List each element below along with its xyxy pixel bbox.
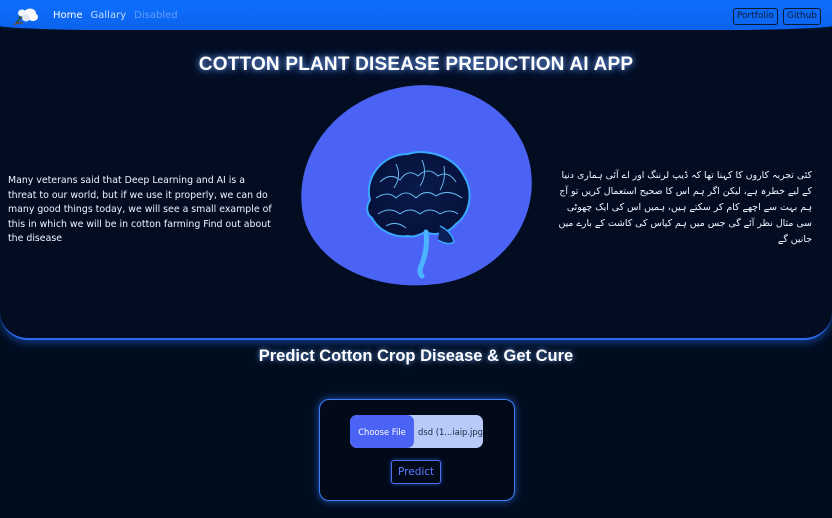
predict-section-title: Predict Cotton Crop Disease & Get Cure [258,347,574,365]
nav-link-gallary[interactable]: Gallary [91,10,127,21]
page: Home Gallary Disabled Portfolio Github C… [0,0,832,518]
upload-card: Choose File dsd (1...iaip.jpg Predict [319,399,515,501]
cotton-plant-logo-icon[interactable] [10,5,40,27]
navbar: Home Gallary Disabled Portfolio Github [0,0,832,32]
hero-text-english: Many veterans said that Deep Learning an… [8,175,272,244]
github-button[interactable]: Github [782,8,821,25]
hero-text-urdu: کئی تجربہ کاروں کا کہنا تھا کہ ڈیپ لرننگ… [558,170,812,245]
selected-file-name: dsd (1...iaip.jpg [418,426,483,437]
brain-icon [366,151,471,279]
nav-right-buttons: Portfolio Github [732,8,821,25]
predict-button[interactable]: Predict [391,460,441,484]
nav-link-home[interactable]: Home [53,10,83,21]
hero-section: COTTON PLANT DISEASE PREDICTION AI APP M… [0,30,832,340]
nav-link-disabled: Disabled [134,10,178,21]
nav-links: Home Gallary Disabled [53,10,178,21]
portfolio-button[interactable]: Portfolio [732,8,778,25]
file-input[interactable]: Choose File dsd (1...iaip.jpg [350,415,483,448]
choose-file-button[interactable]: Choose File [350,415,415,448]
hero-title: COTTON PLANT DISEASE PREDICTION AI APP [198,54,634,75]
